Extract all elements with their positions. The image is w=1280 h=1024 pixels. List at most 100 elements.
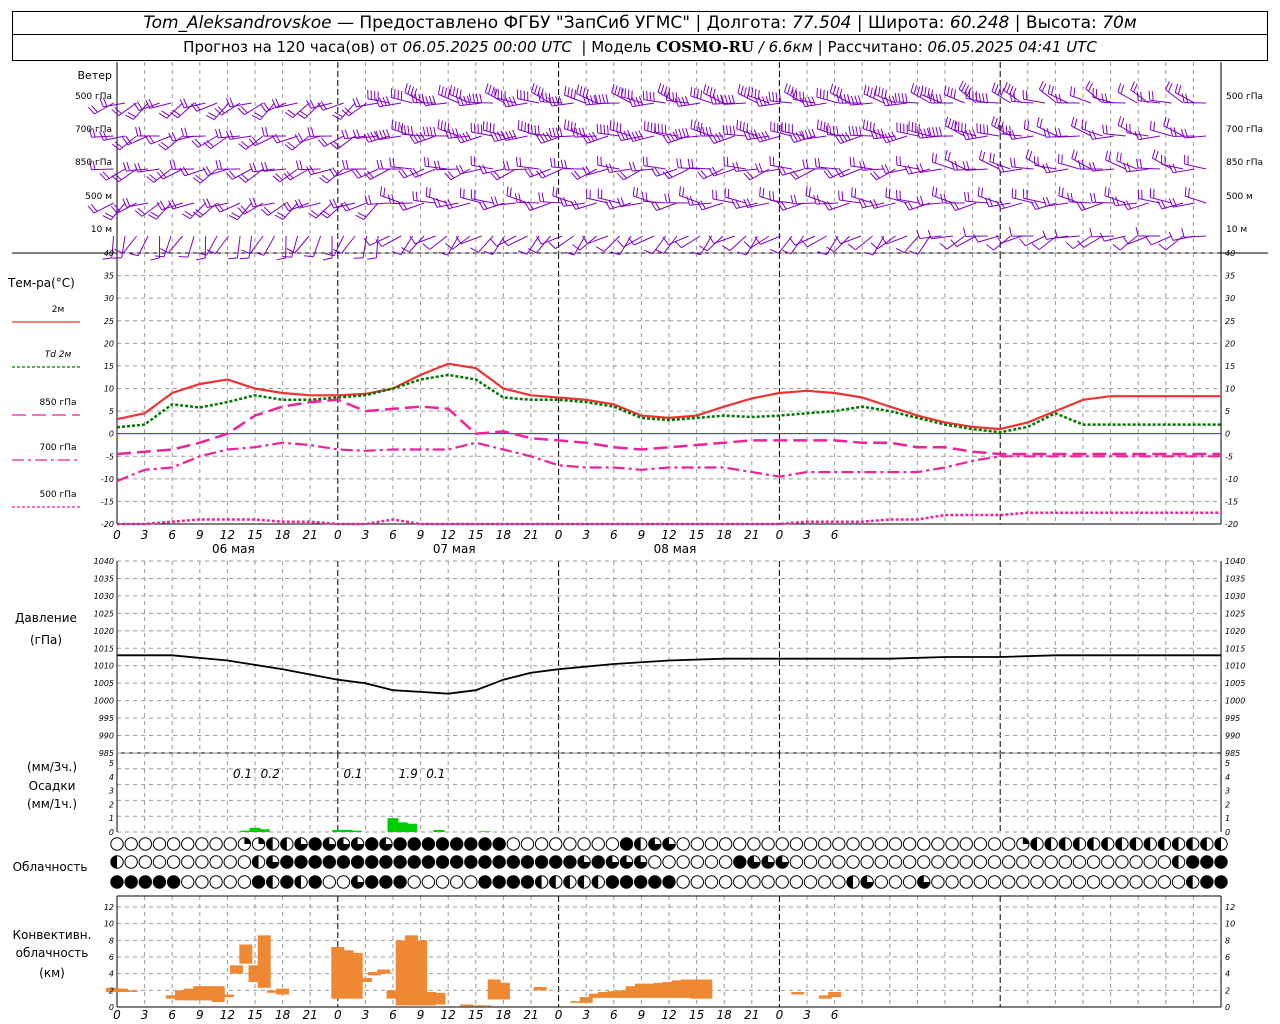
temp-tick-right: 5: [1225, 407, 1230, 416]
conv-title: Конвективн.: [13, 928, 92, 942]
wind-barb-flag: [407, 125, 410, 135]
wind-barb-flag: [772, 92, 775, 102]
wind-barb-flag: [275, 98, 280, 108]
wind-barb-flag: [332, 114, 341, 120]
wind-barb-flag: [823, 121, 826, 132]
wind-barb-flag: [885, 96, 890, 106]
temp-tick-left: -5: [106, 452, 114, 461]
wind-barb-flag: [869, 199, 875, 209]
pres-tick-left: 1010: [94, 662, 114, 671]
wind-barb: [248, 235, 253, 258]
wind-barb-flag: [1120, 117, 1125, 127]
wind-barb-flag: [807, 96, 813, 106]
wind-barb-flag: [1133, 83, 1138, 93]
wind-barb-flag: [947, 151, 951, 161]
wind-barb-flag: [1067, 192, 1070, 202]
cloud-fill: [1101, 837, 1108, 851]
cloud-symbol: [492, 855, 506, 869]
wind-barb-flag: [709, 126, 713, 137]
pres-tick-left: 1000: [94, 697, 114, 706]
cloud-symbol: [506, 837, 521, 851]
wind-barb-flag: [732, 125, 736, 136]
cloud-symbol: [591, 855, 605, 869]
wind-barb-flag: [1166, 118, 1170, 128]
hour-tick-label: 18: [275, 528, 291, 542]
prec-title: Осадки: [29, 779, 76, 793]
precipitation-panel: 0.1 0.2 0.1 1.9 0.1: [233, 767, 491, 832]
cloud-symbol: [407, 875, 421, 889]
wind-barb: [713, 235, 735, 244]
wind-barb-flag: [472, 93, 476, 103]
cloud-symbol: [662, 855, 676, 869]
wind-barb: [1001, 235, 1023, 244]
wind-barb-flag: [104, 212, 114, 218]
convective-bar: [828, 992, 842, 997]
wind-barb-flag: [939, 127, 943, 137]
temp-tick-right: 15: [1225, 362, 1235, 371]
wind-barb-flag: [542, 132, 549, 142]
prec-tick-right: 0: [1225, 828, 1230, 837]
wind-barb: [121, 235, 126, 258]
hour-tick-label: 3: [803, 1008, 811, 1022]
cloud-symbol: [973, 875, 988, 889]
hour-tick-label: 18: [496, 528, 512, 542]
convective-bar: [276, 988, 290, 995]
wind-level-left: 700 гПа: [75, 125, 112, 135]
cloud-symbol: [888, 875, 903, 889]
convective-bar: [579, 997, 593, 1003]
prec-tick-right: 4: [1225, 773, 1230, 782]
cloud-symbol: [832, 855, 846, 869]
wind-barb-flag: [401, 201, 408, 210]
wind-barb-flag: [582, 87, 586, 97]
wind-barb-flag: [1061, 187, 1064, 197]
wind-barb-flag: [976, 123, 978, 133]
wind-level-right: 10 м: [1226, 225, 1247, 235]
convective-bar: [220, 994, 234, 997]
wind-barb-flag: [848, 126, 852, 136]
cloud-symbol: [110, 875, 124, 889]
wind-barb-flag: [530, 124, 533, 134]
wind-barb-flag: [621, 87, 623, 97]
pres-tick-left: 1030: [94, 592, 114, 601]
pres-tick-left: 1020: [94, 627, 114, 636]
wind-barb-flag: [251, 114, 261, 121]
wind-barb-flag: [1149, 120, 1152, 130]
temperature-panel: [116, 362, 1221, 526]
cloud-symbol: [633, 875, 648, 889]
wind-barb-flag: [1116, 151, 1119, 161]
wind-barb: [381, 235, 402, 247]
cloud-symbol: [775, 875, 789, 889]
conv-tick-right: 2: [1225, 986, 1230, 995]
wind-barb-flag: [961, 82, 967, 92]
conv-tick-right: 8: [1225, 936, 1230, 945]
wind-barb-flag: [428, 188, 431, 198]
cloud-symbol: [959, 875, 973, 889]
cloud-symbol: [676, 837, 690, 851]
pres-tick-left: 990: [99, 732, 114, 741]
cloud-symbol: [1143, 875, 1157, 889]
wind-barb-flag: [125, 197, 131, 207]
wind-barb-flag: [764, 130, 770, 140]
wind-barb-flag: [1057, 153, 1060, 164]
cloud-symbol: [166, 875, 181, 889]
hour-tick-label: 0: [113, 528, 121, 542]
wind-barb-flag: [563, 196, 568, 206]
cloud-fill: [110, 855, 117, 869]
wind-barb-flag: [482, 164, 487, 174]
wind-barb-flag: [665, 91, 668, 101]
wind-barb-flag: [647, 121, 649, 131]
cloud-symbol: [209, 855, 223, 869]
cloud-symbol: [973, 837, 988, 851]
cloud-symbol: [1030, 875, 1044, 889]
wind-barb-flag: [1172, 163, 1177, 173]
cloud-symbol: [478, 855, 492, 869]
wind-barb-flag: [627, 89, 630, 99]
cloud-symbol: [563, 855, 577, 869]
cloud-symbol: [520, 875, 535, 889]
pres-tick-right: 1010: [1225, 662, 1245, 671]
convective-bar: [211, 986, 225, 1002]
cloud-symbol: [987, 837, 1002, 851]
wind-barb: [699, 235, 713, 256]
wind-barb: [429, 235, 448, 250]
cloud-symbol: [874, 855, 889, 869]
